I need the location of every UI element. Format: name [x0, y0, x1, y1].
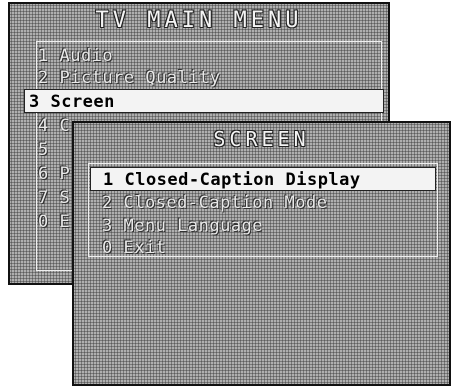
main-menu-item-exit[interactable]: 0 E	[38, 210, 70, 234]
screen-menu-item-exit[interactable]: 0 Exit	[102, 236, 166, 260]
main-menu-item-4[interactable]: 4 C	[38, 114, 70, 138]
main-menu-item-audio[interactable]: 1 Audio	[38, 44, 113, 68]
main-menu-title: TV MAIN MENU	[95, 8, 303, 33]
main-menu-item-7[interactable]: 7 S	[38, 186, 70, 210]
main-menu-item-picture-quality[interactable]: 2 Picture Quality	[38, 66, 221, 90]
screen-menu-title: SCREEN	[213, 127, 310, 151]
screen-menu-item-menu-language[interactable]: 3 Menu Language	[102, 214, 263, 238]
main-menu-item-6[interactable]: 6 P	[38, 162, 70, 186]
main-menu-item-screen[interactable]: 3 Screen	[24, 89, 384, 113]
main-menu-item-5[interactable]: 5	[38, 138, 49, 162]
screen-menu-panel: SCREEN 1 Closed-Caption Display 2 Closed…	[72, 121, 451, 386]
screen-menu-item-closed-caption-mode[interactable]: 2 Closed-Caption Mode	[102, 191, 327, 215]
screen-menu-item-closed-caption-display[interactable]: 1 Closed-Caption Display	[90, 167, 436, 191]
